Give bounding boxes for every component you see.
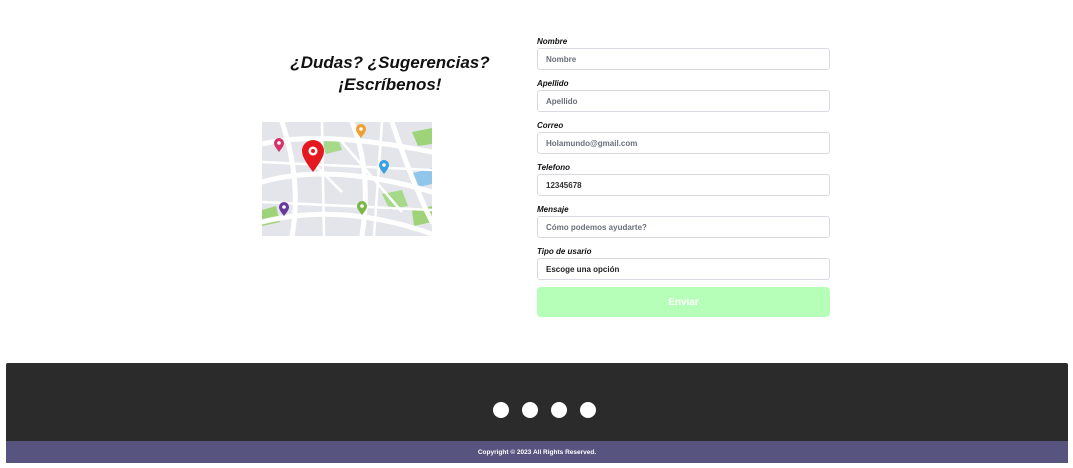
heading-line-1: ¿Dudas? ¿Sugerencias? <box>290 53 490 72</box>
social-icons <box>493 402 596 418</box>
correo-input[interactable]: Holamundo@gmail.com <box>537 132 830 154</box>
mensaje-label: Mensaje <box>537 205 569 214</box>
social-icon-2[interactable] <box>522 402 538 418</box>
apellido-input[interactable]: Apellido <box>537 90 830 112</box>
correo-label: Correo <box>537 121 564 130</box>
contact-form: Nombre Nombre Apellido Apellido Correo H… <box>537 36 830 288</box>
enviar-button[interactable]: Enviar <box>537 287 830 317</box>
footer <box>6 363 1068 441</box>
telefono-input[interactable]: 12345678 <box>537 174 830 196</box>
copyright-text: Copyright © 2023 All Rights Reserved. <box>477 448 597 456</box>
nombre-input[interactable]: Nombre <box>537 48 830 70</box>
map-with-pins-icon <box>262 122 432 236</box>
apellido-label: Apellido <box>537 79 569 88</box>
map-illustration <box>262 122 432 236</box>
copyright-bar: Copyright © 2023 All Rights Reserved. <box>6 441 1068 463</box>
telefono-label: Telefono <box>537 163 571 172</box>
mensaje-input[interactable]: Cómo podemos ayudarte? <box>537 216 830 238</box>
contact-heading: ¿Dudas? ¿Sugerencias? ¡Escríbenos! <box>280 52 500 96</box>
social-icon-1[interactable] <box>493 402 509 418</box>
social-icon-3[interactable] <box>551 402 567 418</box>
nombre-label: Nombre <box>537 37 568 46</box>
social-icon-4[interactable] <box>580 402 596 418</box>
tipo-usuario-select[interactable]: Escoge una opción <box>537 258 830 280</box>
heading-line-2: ¡Escríbenos! <box>338 75 442 94</box>
tipo-usuario-label: Tipo de usario <box>537 247 592 256</box>
